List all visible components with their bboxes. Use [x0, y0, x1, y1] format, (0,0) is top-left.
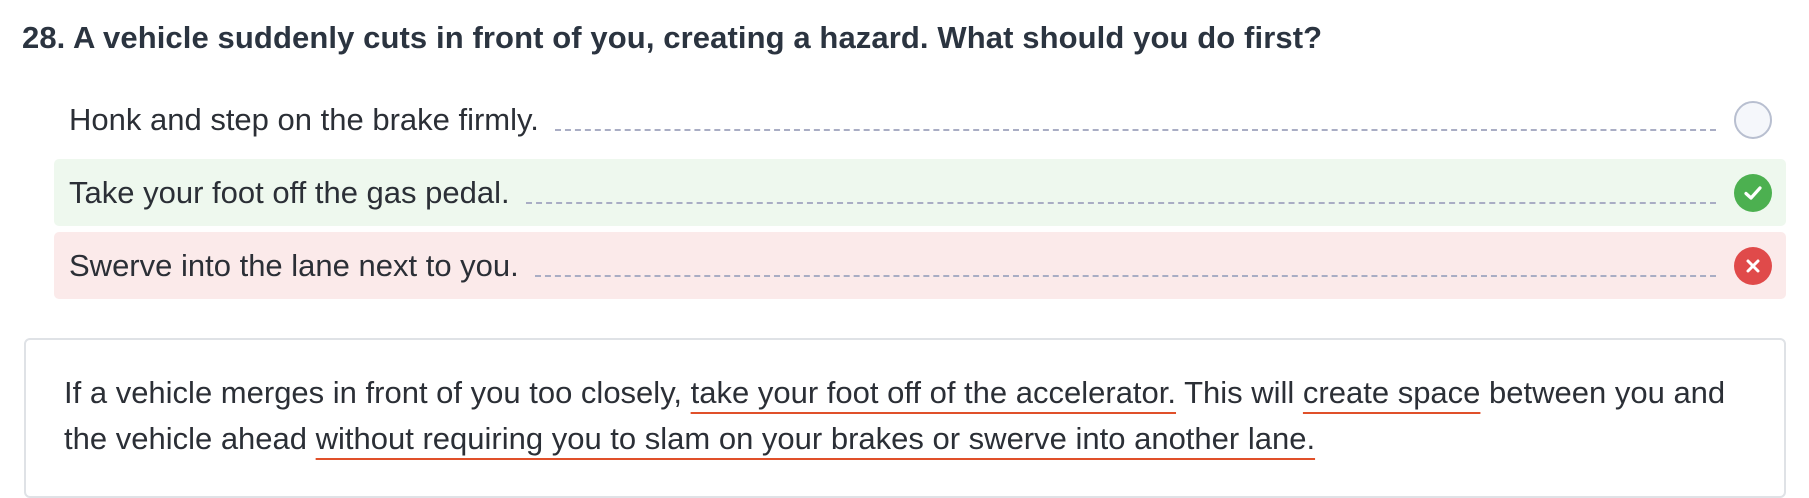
answer-label: Honk and step on the brake firmly. [69, 101, 539, 137]
answer-option-2[interactable]: Take your foot off the gas pedal. [54, 159, 1786, 226]
highlighted-phrase: create space [1302, 375, 1481, 410]
x-circle-icon [1734, 246, 1772, 285]
question-title: 28. A vehicle suddenly cuts in front of … [22, 20, 1323, 55]
explanation-text-part: If a vehicle merges in front of you too … [64, 375, 691, 410]
highlighted-phrase: take your foot off of the accelerator. [690, 375, 1177, 410]
check-circle-icon [1734, 173, 1772, 212]
answer-option-1[interactable]: Honk and step on the brake firmly. [54, 86, 1786, 153]
answer-label: Take your foot off the gas pedal. [69, 174, 510, 210]
explanation-text-part: This will [1176, 375, 1303, 410]
highlighted-phrase: without requiring you to slam on your br… [315, 421, 1316, 456]
explanation-text: If a vehicle merges in front of you too … [64, 370, 1748, 462]
answer-option-3[interactable]: Swerve into the lane next to you. [54, 232, 1786, 299]
empty-radio-icon[interactable] [1734, 100, 1772, 139]
answer-list: Honk and step on the brake firmly. Take … [54, 86, 1786, 305]
answer-label: Swerve into the lane next to you. [69, 247, 519, 283]
dotted-leader [534, 274, 1716, 277]
dotted-leader [554, 128, 1716, 131]
dotted-leader [525, 201, 1716, 204]
explanation-box: If a vehicle merges in front of you too … [24, 338, 1786, 498]
